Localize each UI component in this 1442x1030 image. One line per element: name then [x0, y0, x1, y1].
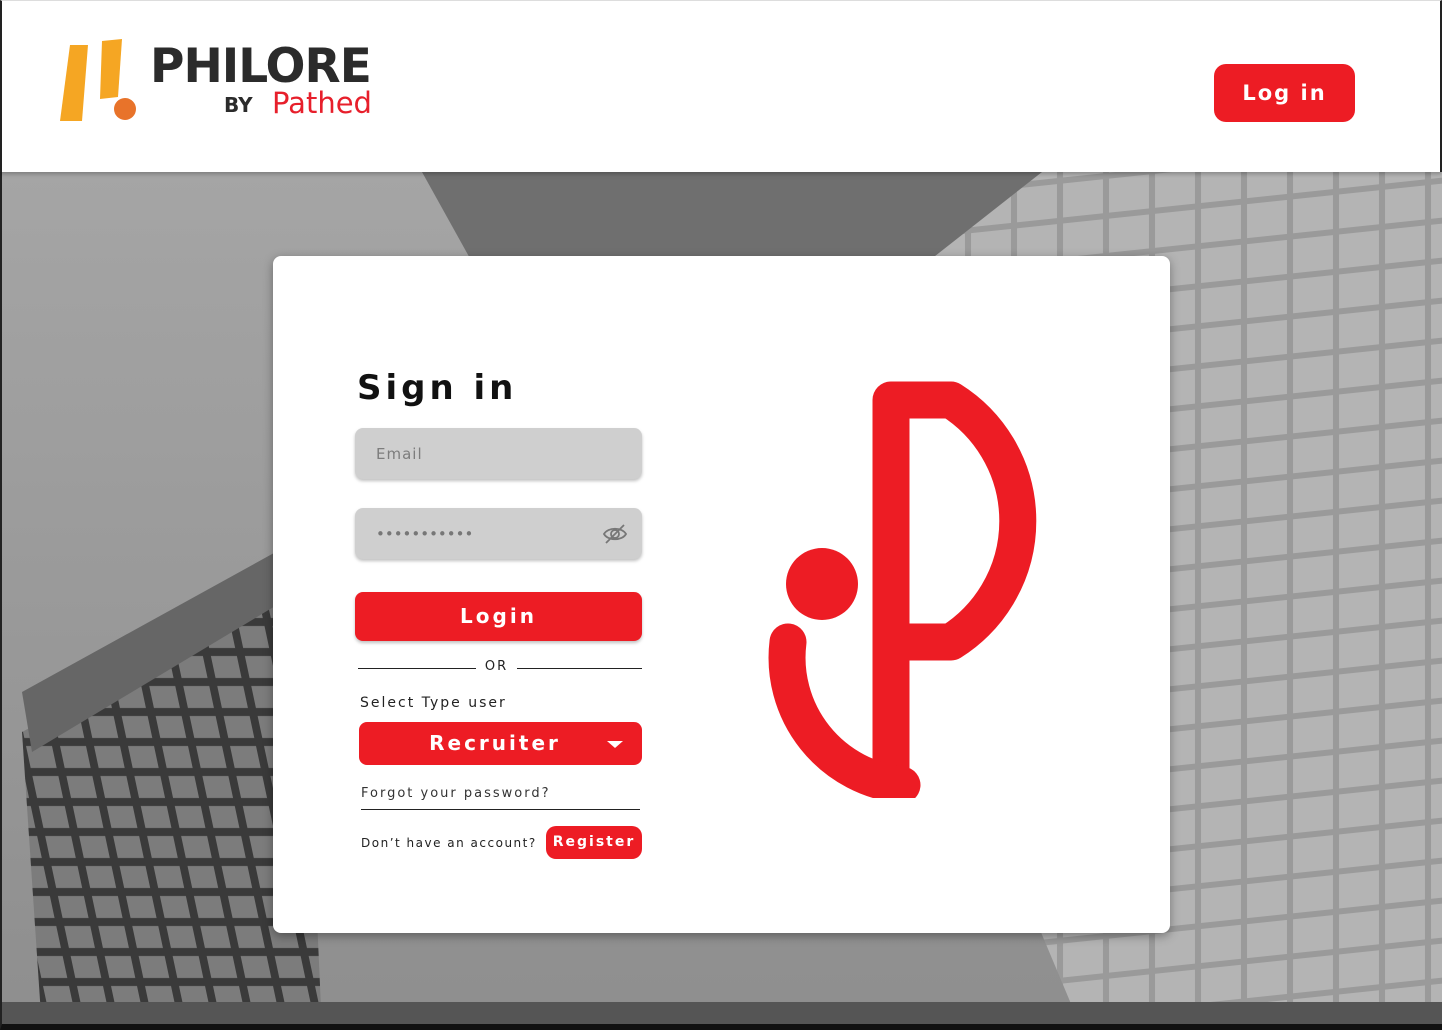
signin-title: Sign in — [357, 368, 518, 408]
divider-line-right — [517, 668, 642, 669]
brand-sub: Pathed — [272, 86, 372, 120]
user-type-value: Recruiter — [429, 731, 561, 755]
user-type-label: Select Type user — [360, 695, 507, 711]
eye-slash-icon[interactable] — [602, 521, 628, 547]
forgot-password-link[interactable]: Forgot your password? — [361, 786, 640, 810]
header-login-button[interactable]: Log in — [1214, 64, 1355, 122]
divider-line-left — [358, 668, 476, 669]
password-field[interactable] — [355, 508, 642, 559]
email-input[interactable] — [355, 428, 642, 479]
no-account-text: Don’t have an account? — [361, 836, 537, 850]
user-type-select[interactable]: Recruiter — [359, 722, 642, 765]
register-button[interactable]: Register — [546, 826, 642, 859]
brand-name: PHILORE — [150, 39, 372, 94]
password-input[interactable] — [355, 508, 642, 559]
or-divider: OR — [358, 659, 642, 679]
email-field[interactable] — [355, 428, 642, 479]
philore-logo[interactable]: PHILORE BY Pathed — [58, 37, 398, 129]
login-button[interactable]: Login — [355, 592, 642, 641]
brand-by: BY — [224, 93, 253, 117]
philore-mark-icon — [60, 39, 136, 121]
or-label: OR — [484, 659, 509, 674]
top-nav-bar: PHILORE BY Pathed Log in — [0, 0, 1442, 172]
signin-card: Sign in Login OR Select Type user Recrui… — [273, 256, 1170, 933]
pathed-logo-icon — [768, 381, 1037, 798]
caret-down-icon — [607, 741, 623, 748]
